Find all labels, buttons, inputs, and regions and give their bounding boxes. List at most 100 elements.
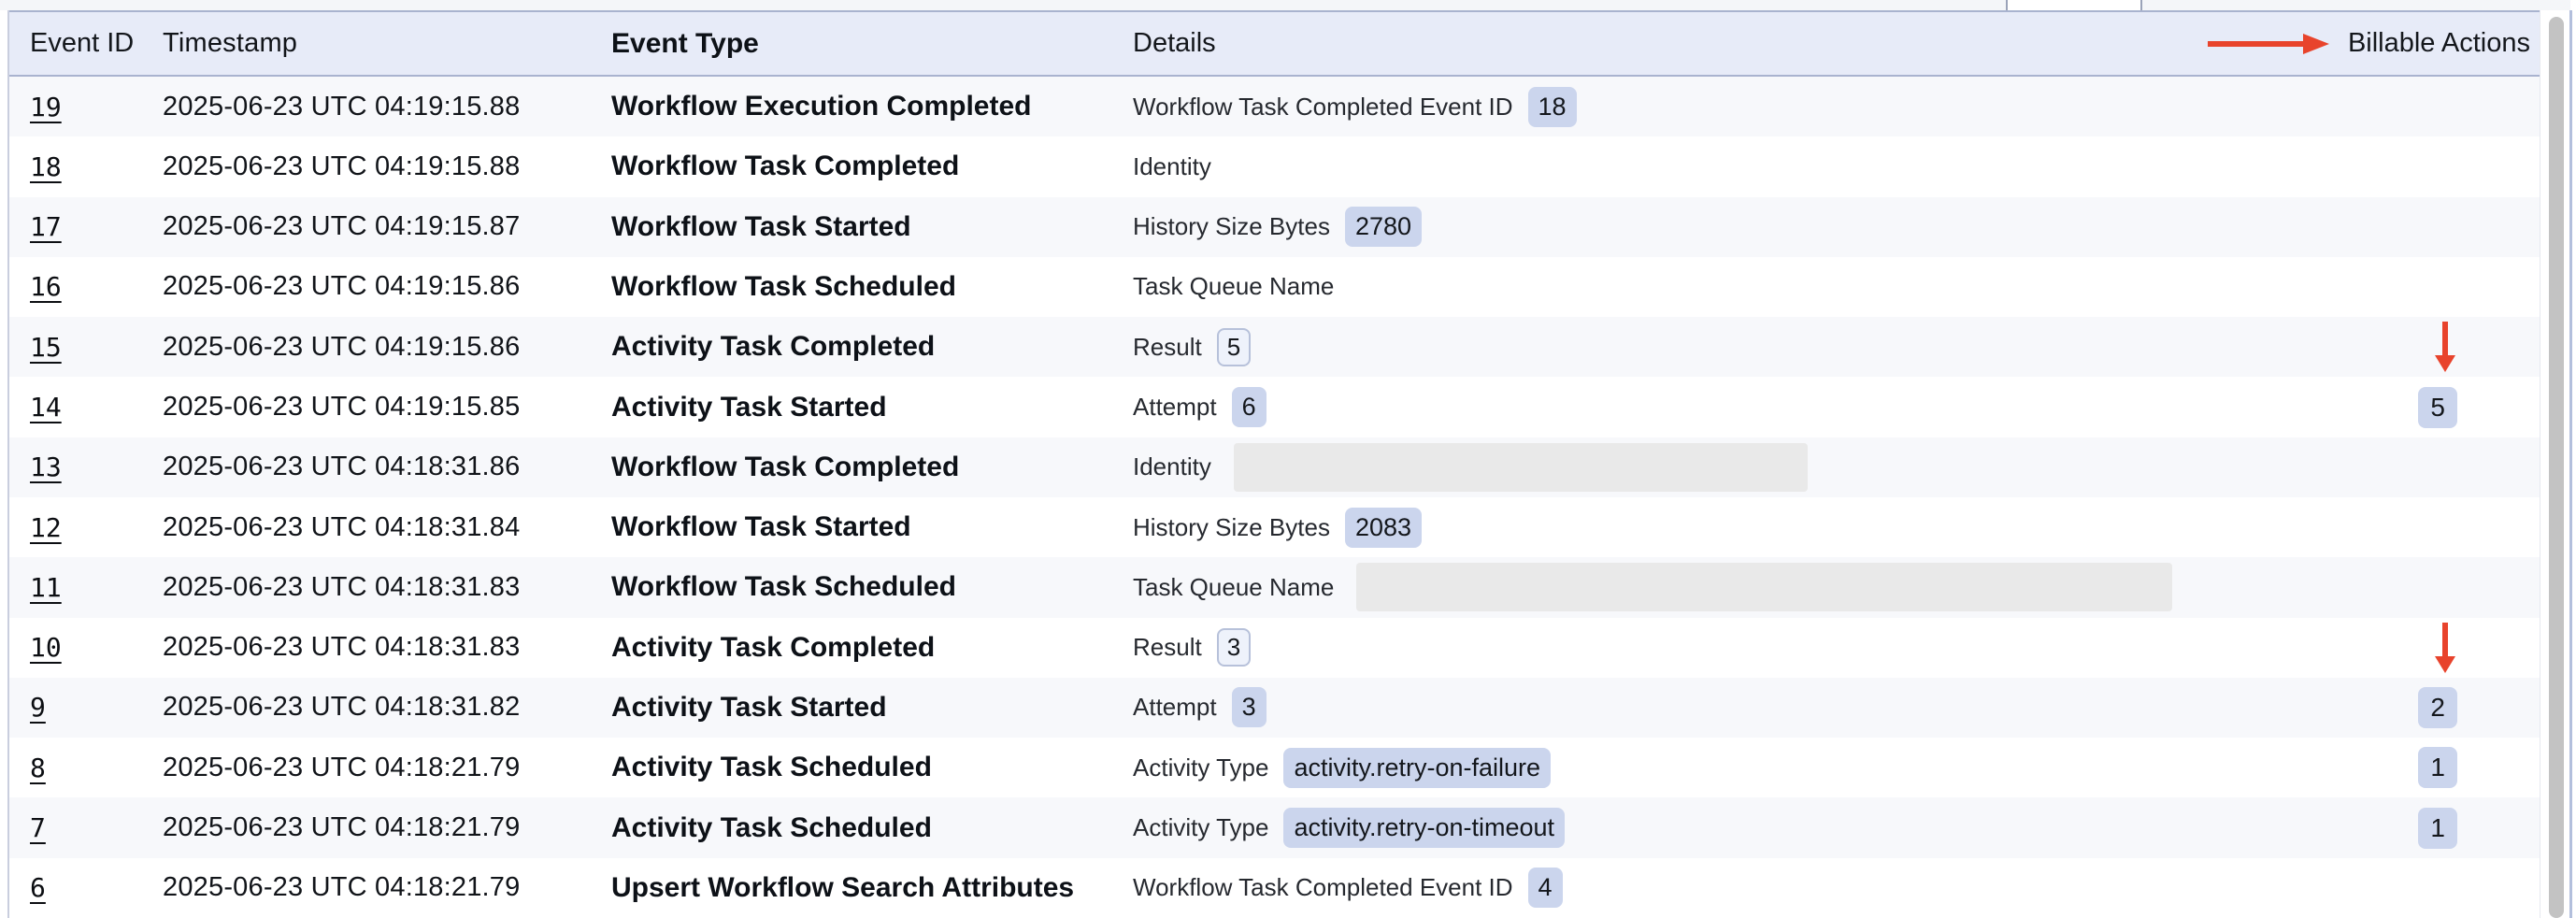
detail-label: Activity Type [1133, 813, 1268, 842]
detail-cell: History Size Bytes2780 [1133, 207, 2354, 247]
table-row[interactable]: 14 2025-06-23 UTC 04:19:15.85Activity Tas… [9, 377, 2540, 437]
detail-label: History Size Bytes [1133, 212, 1330, 241]
event-id-cell: 8 [9, 753, 163, 783]
header-details-label: Details [1133, 28, 1216, 59]
event-id-link[interactable]: 14 [30, 392, 62, 423]
event-id-link[interactable]: 19 [30, 92, 62, 122]
event-id-link[interactable]: 8 [30, 753, 46, 783]
event-id-cell: 12 [9, 512, 163, 543]
detail-cell: Identity [1133, 152, 2354, 181]
event-type-cell: Activity Task Completed [611, 331, 1133, 363]
timestamp-cell: 2025-06-23 UTC 04:19:15.86 [163, 271, 611, 302]
event-type-cell: Workflow Task Scheduled [611, 271, 1133, 303]
header-billable-group: Billable Actions [2206, 28, 2530, 59]
event-id-link[interactable]: 13 [30, 452, 62, 482]
header-event-type: Event Type [611, 28, 1133, 60]
event-id-cell: 16 [9, 271, 163, 302]
table-row[interactable]: 182025-06-23 UTC 04:19:15.88Workflow Tas… [9, 136, 2540, 196]
redacted-value-block [1234, 443, 1808, 492]
detail-label: Identity [1133, 152, 1211, 181]
timestamp-cell: 2025-06-23 UTC 04:18:21.79 [163, 872, 611, 903]
vertical-scrollbar[interactable] [2549, 17, 2564, 918]
timestamp-cell: 2025-06-23 UTC 04:18:31.83 [163, 632, 611, 663]
table-row[interactable]: 132025-06-23 UTC 04:18:31.86Workflow Tas… [9, 437, 2540, 497]
detail-label: Result [1133, 333, 1202, 362]
table-row[interactable]: 82025-06-23 UTC 04:18:21.79Activity Task… [9, 738, 2540, 797]
event-id-cell: 17 [9, 211, 163, 242]
table-row[interactable]: 192025-06-23 UTC 04:19:15.88Workflow Exe… [9, 77, 2540, 136]
event-type-cell: Activity Task Scheduled [611, 812, 1133, 844]
timestamp-cell: 2025-06-23 UTC 04:18:31.83 [163, 572, 611, 603]
table-row[interactable]: 172025-06-23 UTC 04:19:15.87Workflow Tas… [9, 197, 2540, 257]
table-row[interactable]: 152025-06-23 UTC 04:19:15.86Activity Tas… [9, 317, 2540, 377]
table-row[interactable]: 112025-06-23 UTC 04:18:31.83Workflow Tas… [9, 557, 2540, 617]
table-header-row: Event ID Timestamp Event Type Details Bi… [9, 10, 2540, 77]
event-rows: 192025-06-23 UTC 04:19:15.88Workflow Exe… [9, 77, 2540, 918]
detail-value-badge: 3 [1232, 687, 1267, 727]
event-id-link[interactable]: 6 [30, 872, 46, 903]
event-id-link[interactable]: 11 [30, 572, 62, 603]
event-history-table: Event ID Timestamp Event Type Details Bi… [7, 10, 2540, 918]
event-id-link[interactable]: 12 [30, 512, 62, 543]
event-id-link[interactable]: 17 [30, 211, 62, 242]
detail-label: Workflow Task Completed Event ID [1133, 873, 1513, 902]
detail-cell: Activity Type activity.retry-on-timeout [1133, 808, 2354, 848]
billable-count-badge: 5 [2418, 387, 2457, 428]
detail-cell: Identity [1133, 443, 2354, 492]
event-id-link[interactable]: 16 [30, 271, 62, 302]
event-id-link[interactable]: 9 [30, 692, 46, 723]
detail-label: Task Queue Name [1133, 272, 1334, 301]
table-row[interactable]: 122025-06-23 UTC 04:18:31.84Workflow Tas… [9, 497, 2540, 557]
panel-edge-divider [2569, 10, 2572, 918]
timestamp-cell: 2025-06-23 UTC 04:19:15.87 [163, 211, 611, 242]
event-id-cell: 15 [9, 332, 163, 363]
red-arrow-down-icon [2433, 320, 2457, 374]
detail-value-badge: activity.retry-on-failure [1283, 748, 1551, 788]
detail-cell: Workflow Task Completed Event ID 18 [1133, 87, 2354, 127]
event-id-cell: 10 [9, 632, 163, 663]
header-event-type-label: Event Type [611, 28, 759, 60]
event-type-cell: Activity Task Started [611, 392, 1133, 423]
detail-label: Identity [1133, 452, 1211, 481]
event-id-link[interactable]: 7 [30, 812, 46, 843]
detail-value-badge: 5 [1217, 328, 1251, 366]
table-row[interactable]: 7 2025-06-23 UTC 04:18:21.79Activity Task… [9, 797, 2540, 857]
timestamp-cell: 2025-06-23 UTC 04:19:15.85 [163, 392, 611, 423]
detail-label: Attempt [1133, 393, 1217, 422]
timestamp-cell: 2025-06-23 UTC 04:18:31.86 [163, 452, 611, 482]
event-id-cell: 14 [9, 392, 163, 423]
detail-value-badge: 3 [1217, 628, 1251, 667]
event-id-cell: 9 [9, 692, 163, 723]
billable-cell: 5 [2354, 387, 2540, 428]
header-event-id: Event ID [9, 28, 163, 59]
table-row[interactable]: 16 2025-06-23 UTC 04:19:15.86Workflow Tas… [9, 257, 2540, 317]
billable-cell [2354, 621, 2540, 675]
event-id-link[interactable]: 15 [30, 332, 62, 363]
table-row[interactable]: 92025-06-23 UTC 04:18:31.82Activity Task… [9, 678, 2540, 738]
billable-cell [2354, 320, 2540, 374]
table-row[interactable]: 10 2025-06-23 UTC 04:18:31.83Activity Tas… [9, 618, 2540, 678]
billable-count-badge: 2 [2418, 687, 2457, 728]
red-arrow-down-icon [2433, 621, 2457, 675]
event-id-link[interactable]: 18 [30, 151, 62, 182]
header-details: Details Billable Actions [1133, 28, 2540, 59]
detail-cell: Task Queue Name [1133, 563, 2354, 611]
detail-value-badge: activity.retry-on-timeout [1283, 808, 1565, 848]
event-type-cell: Activity Task Completed [611, 632, 1133, 664]
red-arrow-right-icon [2206, 32, 2331, 56]
detail-label: Workflow Task Completed Event ID [1133, 93, 1513, 122]
detail-label: Task Queue Name [1133, 573, 1334, 602]
timestamp-cell: 2025-06-23 UTC 04:18:21.79 [163, 812, 611, 843]
billable-cell: 2 [2354, 687, 2540, 728]
detail-value-badge: 18 [1528, 87, 1577, 127]
billable-cell: 1 [2354, 808, 2540, 849]
timestamp-cell: 2025-06-23 UTC 04:18:21.79 [163, 753, 611, 783]
event-id-link[interactable]: 10 [30, 632, 62, 663]
detail-cell: Activity Typeactivity.retry-on-failure [1133, 748, 2354, 788]
table-row[interactable]: 62025-06-23 UTC 04:18:21.79Upsert Workfl… [9, 858, 2540, 918]
detail-cell: Result3 [1133, 628, 2354, 667]
billable-cell: 1 [2354, 747, 2540, 788]
event-id-cell: 7 [9, 812, 163, 843]
event-id-cell: 11 [9, 572, 163, 603]
detail-cell: Task Queue Name [1133, 272, 2354, 301]
